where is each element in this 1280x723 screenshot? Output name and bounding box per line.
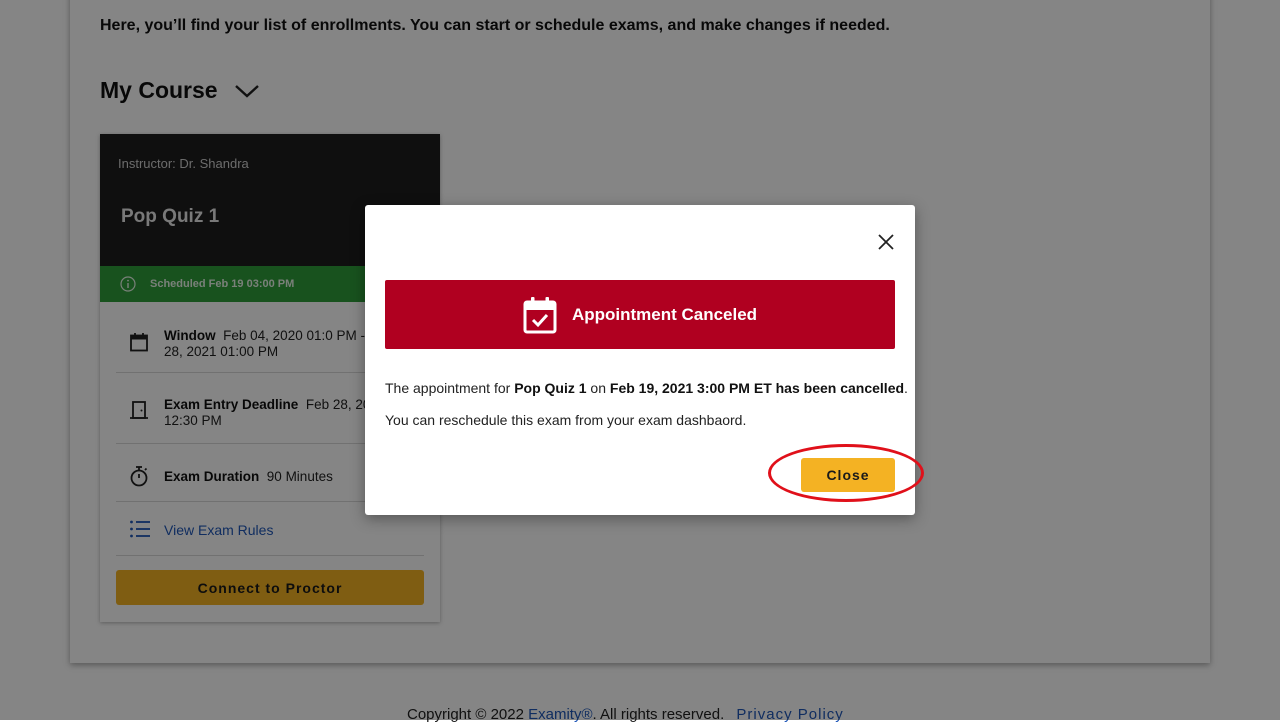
cancel-message: The appointment for Pop Quiz 1 on Feb 19… (385, 380, 908, 396)
close-button[interactable]: Close (801, 458, 895, 492)
msg-on: on (590, 380, 606, 396)
canceled-banner: Appointment Canceled (385, 280, 895, 349)
msg-exam: Pop Quiz 1 (514, 380, 587, 396)
msg-period: . (904, 380, 908, 396)
msg-date: Feb 19, 2021 3:00 PM ET has been cancell… (609, 380, 905, 396)
close-icon[interactable] (877, 233, 895, 251)
msg-prefix: The appointment for (385, 380, 511, 396)
reschedule-hint: You can reschedule this exam from your e… (385, 412, 747, 428)
appointment-canceled-dialog: Appointment Canceled The appointment for… (365, 205, 915, 515)
calendar-check-icon (523, 296, 557, 334)
banner-title: Appointment Canceled (571, 304, 758, 324)
